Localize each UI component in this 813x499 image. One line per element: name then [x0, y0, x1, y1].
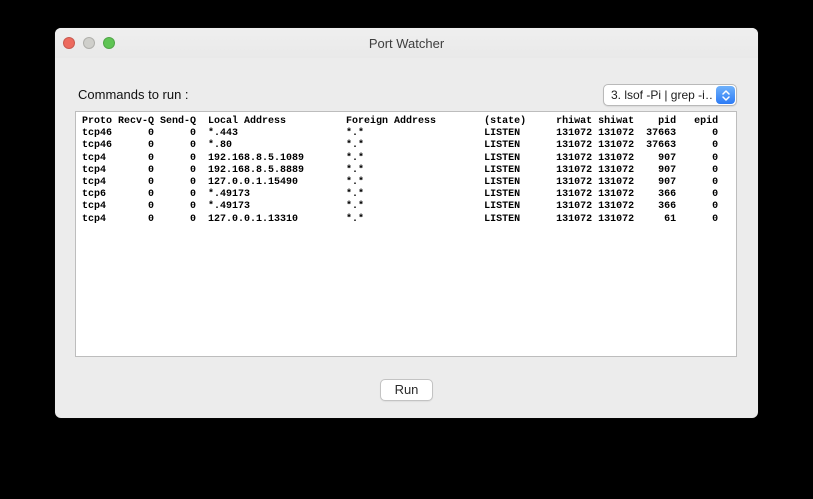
- desktop-background: Port Watcher Commands to run : 3. lsof -…: [0, 0, 813, 499]
- window-title: Port Watcher: [368, 36, 445, 51]
- run-button[interactable]: Run: [380, 379, 433, 401]
- output-area[interactable]: Proto Recv-Q Send-Q Local Address Foreig…: [75, 111, 737, 357]
- command-select[interactable]: 3. lsof -Pi | grep -i…: [603, 84, 737, 106]
- chevron-down-icon: [721, 95, 730, 101]
- chevron-up-icon: [721, 89, 730, 95]
- output-text: Proto Recv-Q Send-Q Local Address Foreig…: [82, 116, 719, 225]
- window-titlebar[interactable]: Port Watcher: [55, 28, 758, 58]
- select-stepper: [716, 86, 735, 104]
- commands-label: Commands to run :: [78, 87, 189, 102]
- port-watcher-window: Port Watcher Commands to run : 3. lsof -…: [55, 28, 758, 418]
- command-select-value: 3. lsof -Pi | grep -i…: [611, 88, 712, 102]
